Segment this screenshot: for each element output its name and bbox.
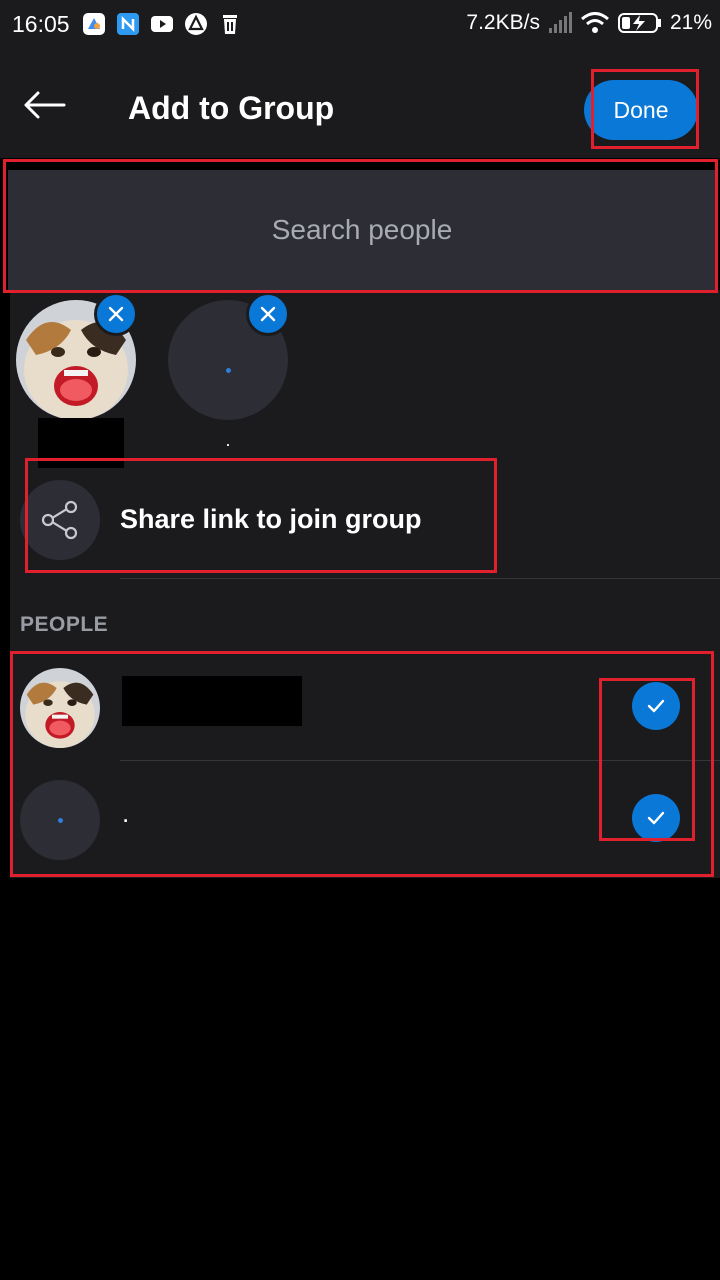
back-arrow-icon [24,91,66,119]
status-time: 16:05 [12,11,70,37]
remove-chip-button[interactable] [246,292,290,336]
search-input[interactable] [8,170,716,290]
share-link-label: Share link to join group [120,504,422,534]
battery-percent: 21% [669,11,712,34]
divider [120,578,720,579]
section-label-people: PEOPLE [20,613,109,636]
close-icon [108,306,124,322]
status-bar: 16:05 7.2KB/s 21% [0,0,720,50]
redacted-name [38,418,124,468]
person-row[interactable]: . [10,772,720,872]
share-link-row[interactable]: Share link to join group [20,480,720,560]
content-panel: . Share link to join group PEOPLE . [10,290,720,878]
check-icon [647,811,665,825]
page-title: Add to Group [128,90,335,126]
checked-indicator[interactable] [632,682,680,730]
cat-photo [20,668,100,748]
placeholder-dot [58,818,63,823]
trash-icon [223,15,237,34]
search-box [8,170,716,290]
person-name: . [122,798,130,828]
placeholder-dot [226,368,231,373]
status-right: 7.2KB/s 21% [466,11,712,35]
check-icon [647,699,665,713]
done-button[interactable]: Done [584,80,698,140]
close-icon [260,306,276,322]
selected-chip: . [168,290,290,450]
signal-icon [548,12,572,33]
share-icon-circle [20,480,100,560]
n-app-icon [117,13,139,35]
person-row[interactable] [10,660,720,760]
divider [120,760,720,761]
app-icon [83,13,105,35]
checked-indicator[interactable] [632,794,680,842]
avatar [20,780,100,860]
redacted-name [122,676,302,726]
share-icon [41,500,78,540]
app-bar: Add to Group Done [0,50,720,158]
youtube-icon [151,16,173,32]
avatar [20,668,100,748]
ubuntu-like-icon [185,13,207,35]
selected-chip [16,290,138,468]
wifi-icon [581,12,609,33]
notification-icons [82,12,242,36]
battery-icon [617,13,661,33]
net-speed: 7.2KB/s [466,11,540,34]
back-button[interactable] [22,90,66,120]
remove-chip-button[interactable] [94,292,138,336]
chip-name: . [225,430,231,450]
